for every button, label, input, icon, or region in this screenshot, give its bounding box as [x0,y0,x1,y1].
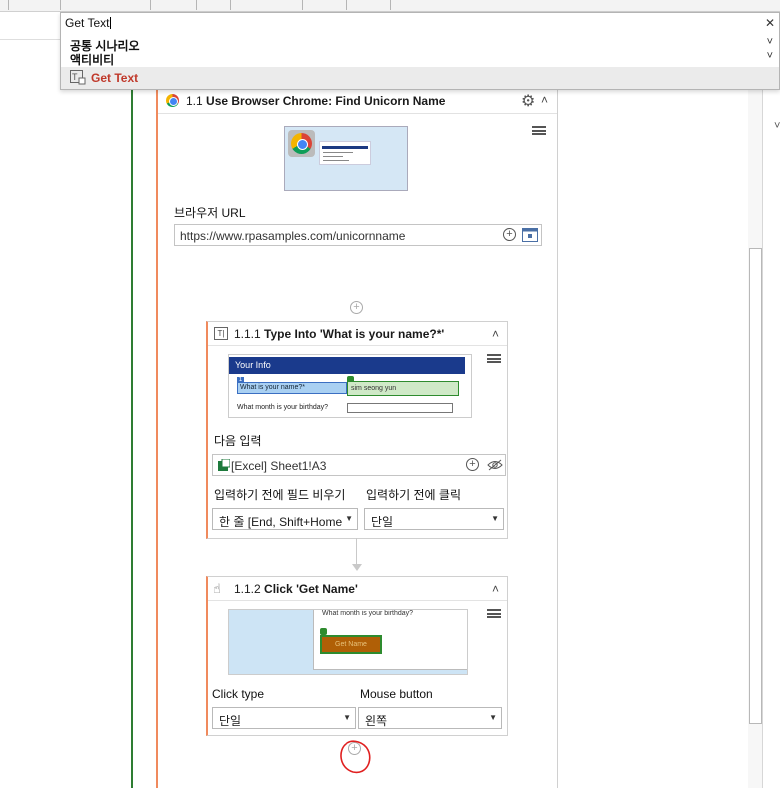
activity-header[interactable]: 1.1 Use Browser Chrome: Find Unicorn Nam… [158,88,557,114]
preview-button: Get Name [320,635,382,654]
browser-url-label: 브라우저 URL [174,206,246,220]
clear-field-value: 한 줄 [End, Shift+Home [219,515,343,529]
panel-collapse-icon[interactable]: ˅ [774,120,780,132]
add-variable-icon[interactable]: + [503,228,516,241]
click-type-label: Click type [212,687,265,701]
activity-title: 1.1.2 Click 'Get Name' [234,582,358,596]
red-annotation-circle [340,740,371,774]
chevron-up-icon[interactable]: ˄ [541,93,548,107]
preview-select [347,403,453,413]
excel-icon [218,459,230,471]
dropdown-arrow-icon: ▼ [489,713,497,722]
click-preview[interactable]: What month is your birthday? Get Name [228,609,468,675]
search-result-get-text[interactable]: T Get Text [61,67,779,89]
top-toolbar-strip [0,0,780,12]
click-before-label: 입력하기 전에 클릭 [366,488,461,502]
category-activities[interactable]: 액티비티 ˅ [70,50,779,67]
flow-arrow-icon [352,564,362,571]
chevron-up-icon[interactable]: ˄ [492,327,499,341]
dropdown-arrow-icon: ▼ [345,514,353,523]
chevron-down-icon: ˅ [766,50,773,62]
mouse-button-label: Mouse button [360,687,433,701]
activity-search-input[interactable]: Get Text [65,16,112,30]
target-badge [320,628,327,635]
left-subbar [0,12,60,40]
chevron-up-icon[interactable]: ˄ [492,582,499,596]
search-result-label: Get Text [91,71,139,85]
mouse-button-value: 왼쪽 [365,714,388,728]
type-into-activity[interactable]: T| 1.1.1 Type Into 'What is your name?*'… [206,321,508,539]
browser-url-value: https://www.rpasamples.com/unicornname [180,229,406,243]
properties-panel [555,90,780,788]
category-label: 액티비티 [70,53,115,67]
click-icon: ☝ [213,581,221,596]
activity-search-dropdown: Get Text ✕ 공통 시나리오 ˅ 액티비티 ˅ T Get Text [60,12,780,90]
sequence-line [131,90,133,788]
click-activity[interactable]: ☝ 1.1.2 Click 'Get Name' ˄ What month is… [206,576,508,736]
type-into-preview[interactable]: Your Info 1 What is your name?* sim seon… [228,354,472,418]
click-type-value: 단일 [219,714,242,728]
chrome-icon [288,130,315,157]
preview-question: What is your name?* [237,382,347,394]
scrollbar-thumb[interactable] [749,248,762,724]
eye-off-icon[interactable] [487,459,503,471]
activity-menu-button[interactable] [531,124,547,137]
activity-header[interactable]: T| 1.1.1 Type Into 'What is your name?*'… [208,322,507,346]
type-into-icon: T| [214,327,228,340]
activity-title: 1.1.1 Type Into 'What is your name?*' [234,327,445,341]
browser-url-field[interactable]: https://www.rpasamples.com/unicornname + [174,224,542,246]
browser-preview-thumbnail[interactable] [284,126,408,191]
close-icon[interactable]: ✕ [765,16,775,30]
category-common-scenarios[interactable]: 공통 시나리오 ˅ [70,36,779,53]
panel-edge [762,90,763,788]
next-input-field[interactable]: [Excel] Sheet1!A3 + [212,454,506,476]
activity-menu-button[interactable] [486,607,502,620]
browser-window-icon[interactable] [522,228,538,242]
next-input-value: [Excel] Sheet1!A3 [231,459,327,473]
get-text-icon: T [70,70,86,85]
preview-page: What month is your birthday? Get Name [313,610,467,670]
gear-icon[interactable]: ⚙ [521,91,535,111]
activity-header[interactable]: ☝ 1.1.2 Click 'Get Name' ˄ [208,577,507,601]
chrome-icon [166,94,179,107]
clear-field-label: 입력하기 전에 필드 비우기 [214,488,346,502]
mouse-button-dropdown[interactable]: 왼쪽 ▼ [358,707,502,729]
preview-answer: sim seong yun [347,381,459,396]
chevron-down-icon: ˅ [766,36,773,48]
activity-menu-button[interactable] [486,352,502,365]
add-activity-icon[interactable]: + [350,301,363,314]
svg-text:T: T [72,72,78,82]
click-before-dropdown[interactable]: 단일 ▼ [364,508,504,530]
dropdown-arrow-icon: ▼ [491,514,499,523]
page-preview [319,141,371,165]
clear-field-dropdown[interactable]: 한 줄 [End, Shift+Home ▼ [212,508,358,530]
dropdown-arrow-icon: ▼ [343,713,351,722]
use-browser-activity[interactable]: 1.1 Use Browser Chrome: Find Unicorn Nam… [156,88,558,788]
preview-header: Your Info [229,357,465,374]
click-before-value: 단일 [371,515,394,529]
activity-title: 1.1 Use Browser Chrome: Find Unicorn Nam… [186,94,446,108]
next-input-label: 다음 입력 [214,434,262,448]
preview-text: What month is your birthday? [322,610,414,617]
preview-question2: What month is your birthday? [237,404,329,411]
click-type-dropdown[interactable]: 단일 ▼ [212,707,356,729]
add-variable-icon[interactable]: + [466,458,479,471]
